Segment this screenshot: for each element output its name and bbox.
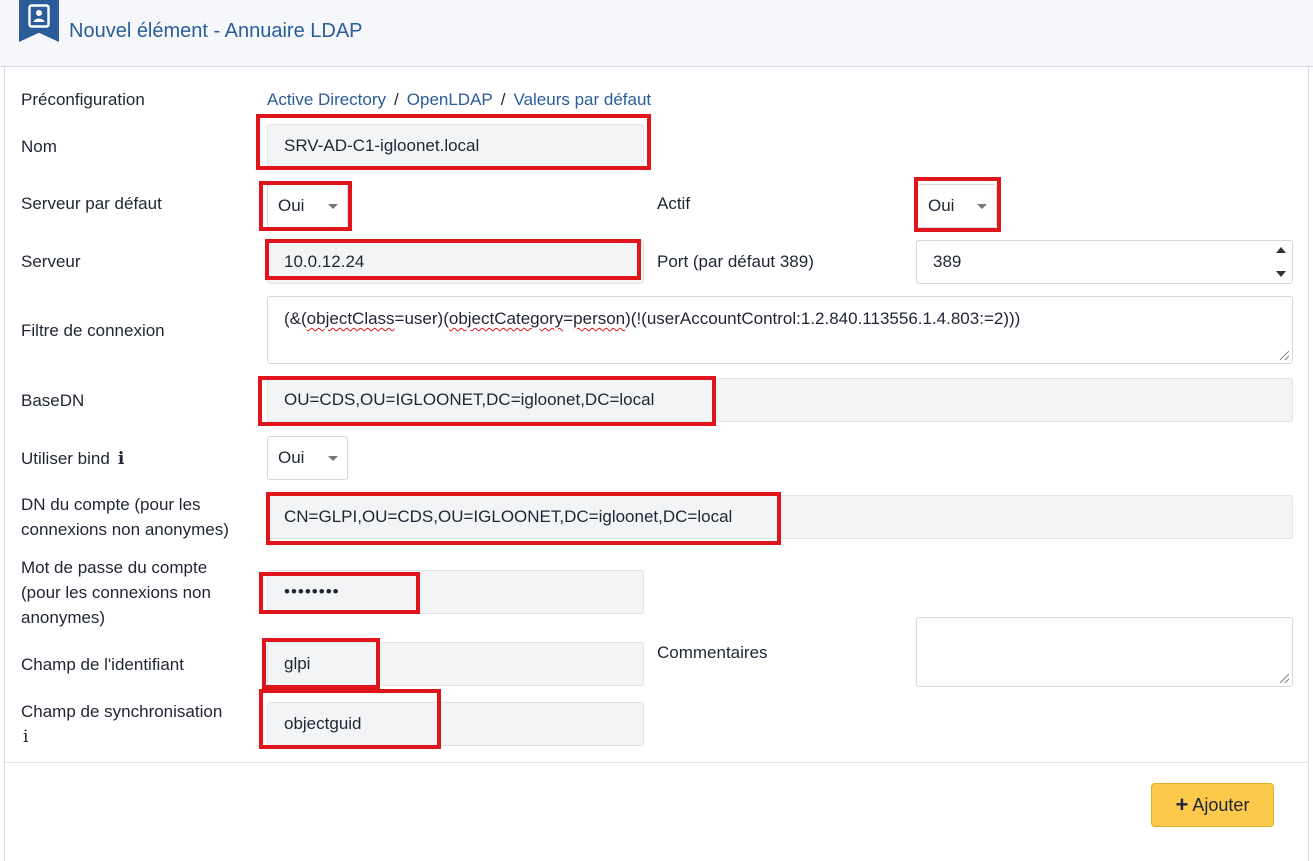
chevron-down-icon [977, 204, 987, 209]
resize-grip-icon[interactable] [1280, 674, 1289, 683]
chevron-up-icon[interactable] [1276, 247, 1286, 253]
preset-openldap-link[interactable]: OpenLDAP [407, 90, 493, 109]
add-button-label: Ajouter [1192, 794, 1250, 815]
chevron-down-icon[interactable] [1276, 271, 1286, 277]
dn-compte-label-line: DN du compte (pour les [21, 495, 201, 514]
filtre-text-part: )(!(userAccountControl:1.2.840.113556.1.… [625, 309, 1021, 328]
password-label-line: Mot de passe du compte [21, 558, 208, 577]
actif-value: Oui [928, 196, 955, 215]
chevron-down-icon [328, 456, 338, 461]
spellcheck-word: objectClass [306, 309, 395, 328]
password-label: Mot de passe du compte (pour les connexi… [21, 555, 211, 630]
port-input[interactable]: 389 [916, 240, 1293, 284]
filtre-textarea[interactable]: (&(objectClass=user)(objectCategory=pers… [267, 296, 1293, 364]
actif-label: Actif [657, 194, 691, 213]
sync-field-label: Champ de synchronisation i [21, 699, 222, 750]
basedn-label: BaseDN [21, 391, 85, 410]
address-book-icon [19, 0, 59, 42]
page-title: Nouvel élément - Annuaire LDAP [69, 20, 363, 42]
default-server-select[interactable]: Oui [267, 184, 348, 228]
add-button[interactable]: + Ajouter [1151, 783, 1274, 827]
nom-input[interactable]: SRV-AD-C1-igloonet.local [267, 124, 644, 168]
preset-default-values-link[interactable]: Valeurs par défaut [514, 90, 652, 109]
actif-select[interactable]: Oui [917, 184, 997, 228]
filtre-label: Filtre de connexion [21, 321, 165, 340]
preset-separator: / [500, 90, 506, 109]
form-header: Nouvel élément - Annuaire LDAP [0, 0, 1313, 67]
filtre-text: (&(objectClass=user)(objectCategory=pers… [284, 309, 1020, 328]
filtre-text-part: =user)( [394, 309, 449, 328]
bind-label: Utiliser bind i [21, 446, 124, 472]
preconfiguration-label: Préconfiguration [21, 90, 145, 109]
chevron-down-icon [328, 204, 338, 209]
password-input[interactable]: •••••••• [267, 570, 644, 614]
preconfiguration-links: Active Directory / OpenLDAP / Valeurs par dé… [267, 87, 651, 112]
nom-label: Nom [21, 137, 57, 156]
bind-label-text: Utiliser bind [21, 449, 110, 468]
dn-compte-input[interactable]: CN=GLPI,OU=CDS,OU=IGLOONET,DC=igloonet,D… [267, 495, 1293, 539]
commentaires-label: Commentaires [657, 643, 768, 662]
default-server-value: Oui [278, 196, 305, 215]
login-field-label: Champ de l'identifiant [21, 655, 184, 674]
dn-compte-label-line: connexions non anonymes) [21, 520, 229, 539]
info-icon[interactable]: i [23, 727, 28, 747]
plus-icon: + [1175, 792, 1189, 817]
default-server-label: Serveur par défaut [21, 194, 162, 213]
preset-separator: / [394, 90, 399, 109]
preset-active-directory-link[interactable]: Active Directory [267, 90, 386, 109]
bind-select[interactable]: Oui [267, 436, 348, 480]
port-value: 389 [933, 252, 962, 271]
spellcheck-word: objectCategory [448, 309, 564, 328]
bind-value: Oui [278, 448, 305, 467]
serveur-label: Serveur [21, 252, 81, 271]
footer-divider [5, 762, 1308, 763]
password-label-line: anonymes) [21, 608, 106, 627]
basedn-input[interactable]: OU=CDS,OU=IGLOONET,DC=igloonet,DC=local [267, 378, 1293, 422]
spellcheck-word: person [573, 309, 626, 328]
serveur-input[interactable]: 10.0.12.24 [267, 240, 644, 284]
port-label: Port (par défaut 389) [657, 252, 814, 271]
commentaires-textarea[interactable] [916, 617, 1293, 687]
info-icon[interactable]: i [118, 449, 124, 469]
port-stepper[interactable] [1276, 245, 1286, 279]
login-field-input[interactable]: glpi [267, 642, 644, 686]
password-label-line: (pour les connexions non [21, 583, 211, 602]
sync-field-input[interactable]: objectguid [267, 702, 644, 746]
filtre-text-part: (&( [284, 309, 307, 328]
sync-field-label-text: Champ de synchronisation [21, 702, 223, 721]
resize-grip-icon[interactable] [1280, 351, 1289, 360]
filtre-text-part: = [563, 309, 574, 328]
dn-compte-label: DN du compte (pour les connexions non an… [21, 492, 229, 542]
